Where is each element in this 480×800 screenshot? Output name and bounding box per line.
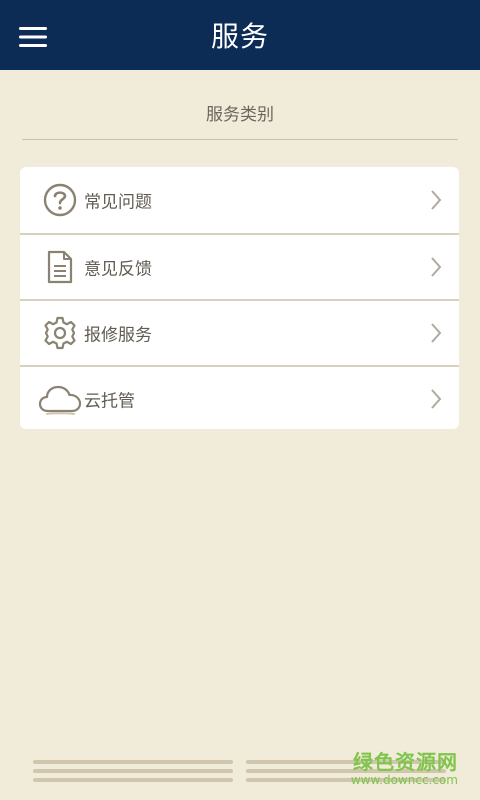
watermark-sub: www.downcc.com xyxy=(350,773,458,787)
chevron-right-icon xyxy=(431,190,442,210)
list-item-faq[interactable]: 常见问题 xyxy=(20,167,459,233)
question-circle-icon xyxy=(38,180,82,220)
gear-icon xyxy=(38,313,82,353)
list-item-feedback[interactable]: 意见反馈 xyxy=(20,233,459,299)
service-list: 常见问题 意见反馈 报修服务 云托管 xyxy=(20,167,459,429)
watermark-main: 绿色资源网 xyxy=(353,750,458,774)
list-item-cloud-hosting[interactable]: 云托管 xyxy=(20,365,459,429)
document-icon xyxy=(38,247,82,287)
app-header: 服务 xyxy=(0,0,480,70)
page-title: 服务 xyxy=(210,20,269,53)
chevron-right-icon xyxy=(431,389,442,409)
chevron-right-icon xyxy=(431,257,442,277)
cloud-icon xyxy=(38,379,82,419)
watermark: 绿色资源网 www.downcc.com xyxy=(351,746,458,787)
section-divider xyxy=(22,139,458,140)
list-item-label: 报修服务 xyxy=(84,325,152,346)
list-item-label: 常见问题 xyxy=(84,192,152,213)
list-item-label: 意见反馈 xyxy=(84,259,152,280)
decorative-lines-left xyxy=(33,760,233,787)
list-item-repair[interactable]: 报修服务 xyxy=(20,299,459,365)
list-item-label: 云托管 xyxy=(84,391,135,412)
chevron-right-icon xyxy=(431,323,442,343)
section-title: 服务类别 xyxy=(206,105,274,125)
